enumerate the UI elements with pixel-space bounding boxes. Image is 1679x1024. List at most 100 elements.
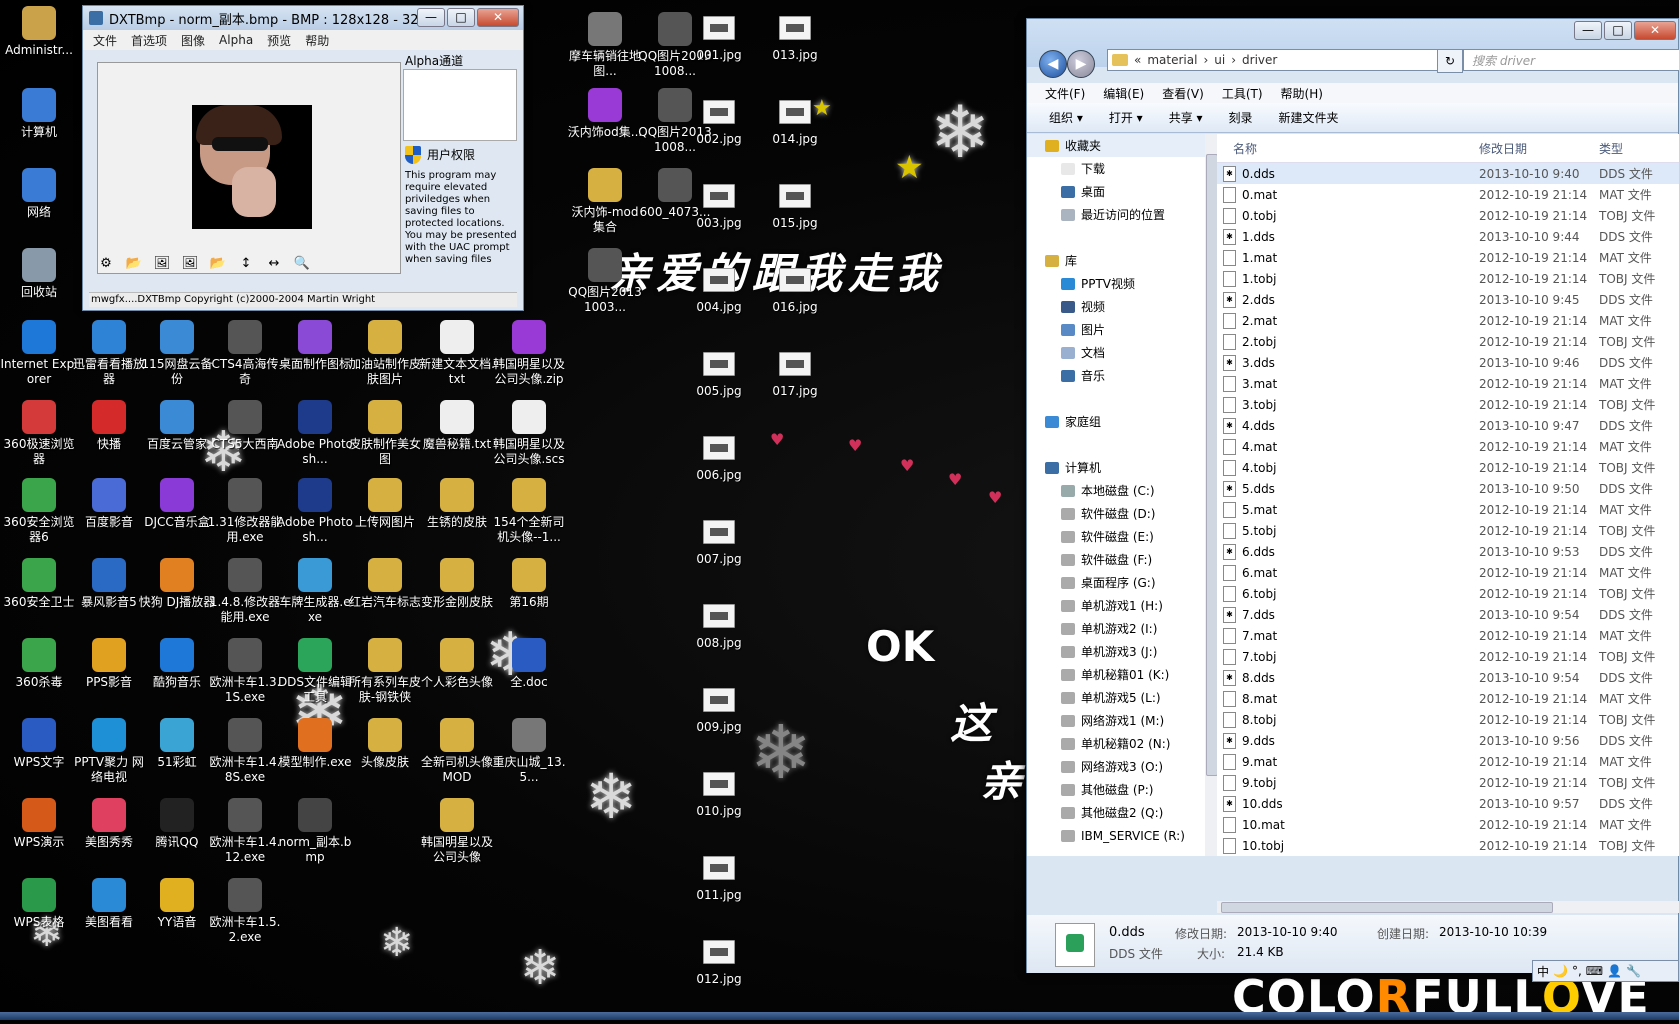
nav-item[interactable]: 计算机 — [1027, 456, 1205, 479]
nav-item[interactable]: 文档 — [1027, 341, 1205, 364]
breadcrumb-segment[interactable]: « — [1134, 53, 1141, 67]
menu-item[interactable]: 文件(F) — [1045, 85, 1085, 102]
nav-item[interactable]: 网络游戏1 (M:) — [1027, 709, 1205, 732]
column-type[interactable]: 类型 — [1599, 140, 1623, 157]
file-row[interactable]: 4.tobj 2012-10-19 21:14 TOBJ 文件 — [1217, 457, 1679, 478]
desktop-icon[interactable]: WPS表格 — [0, 876, 78, 930]
close-button[interactable]: ✕ — [477, 8, 519, 27]
desktop-icon[interactable]: 美图秀秀 — [70, 796, 148, 850]
nav-item[interactable]: 本地磁盘 (C:) — [1027, 479, 1205, 502]
desktop-icon[interactable]: 007.jpg — [680, 510, 758, 567]
desktop-icon[interactable]: 013.jpg — [756, 6, 834, 63]
desktop-icon[interactable]: 百度影音 — [70, 476, 148, 530]
desktop-icon[interactable]: 加油站制作皮肤图片 — [346, 318, 424, 387]
nav-item[interactable]: PPTV视频 — [1027, 272, 1205, 295]
file-row[interactable]: 9.tobj 2012-10-19 21:14 TOBJ 文件 — [1217, 772, 1679, 793]
file-row[interactable]: 0.tobj 2012-10-19 21:14 TOBJ 文件 — [1217, 205, 1679, 226]
tool-icon[interactable]: 🖼 — [181, 254, 199, 272]
ime-button[interactable]: 👤 — [1607, 964, 1622, 978]
desktop-icon[interactable]: QQ图片20131003... — [566, 246, 644, 315]
desktop-icon[interactable]: 生锈的皮肤 — [418, 476, 496, 530]
desktop-icon[interactable]: PPTV聚力 网络电视 — [70, 716, 148, 785]
desktop-icon[interactable]: 重庆山城_13.5... — [490, 716, 568, 785]
breadcrumb-segment[interactable]: driver — [1242, 53, 1277, 67]
desktop-icon[interactable]: 欧洲卡车1.4.8S.exe — [206, 716, 284, 785]
forward-button[interactable]: ▶ — [1067, 50, 1095, 78]
file-row[interactable]: 8.mat 2012-10-19 21:14 MAT 文件 — [1217, 688, 1679, 709]
desktop-icon[interactable]: 魔兽秘籍.txt — [418, 398, 496, 452]
desktop-icon[interactable]: YY语音 — [138, 876, 216, 930]
back-button[interactable]: ◀ — [1039, 50, 1067, 78]
maximize-button[interactable]: □ — [447, 8, 475, 27]
menu-item[interactable]: 预览 — [267, 32, 291, 49]
file-row[interactable]: 8.tobj 2012-10-19 21:14 TOBJ 文件 — [1217, 709, 1679, 730]
desktop-icon[interactable]: 韩国明星以及公司头像.scs — [490, 398, 568, 467]
desktop-icon[interactable]: 欧洲卡车1.4.12.exe — [206, 796, 284, 865]
desktop-icon[interactable]: WPS演示 — [0, 796, 78, 850]
menu-item[interactable]: 编辑(E) — [1103, 85, 1144, 102]
desktop-icon[interactable]: 012.jpg — [680, 930, 758, 987]
desktop-icon[interactable]: 011.jpg — [680, 846, 758, 903]
file-row[interactable]: 10.mat 2012-10-19 21:14 MAT 文件 — [1217, 814, 1679, 835]
refresh-button[interactable]: ↻ — [1437, 49, 1463, 73]
desktop-icon[interactable]: 003.jpg — [680, 174, 758, 231]
file-row[interactable]: ✱ 9.dds 2013-10-10 9:56 DDS 文件 — [1217, 730, 1679, 751]
command-button[interactable]: 新建文件夹 — [1279, 109, 1339, 126]
desktop-icon[interactable]: 360安全卫士 — [0, 556, 78, 610]
nav-scrollbar[interactable] — [1205, 134, 1218, 856]
dxtbmp-window[interactable]: DXTBmp - norm_副本.bmp - BMP : 128x128 - 3… — [82, 5, 524, 311]
menu-item[interactable]: 图像 — [181, 32, 205, 49]
desktop-icon[interactable]: 1.31修改器能用.exe — [206, 476, 284, 545]
breadcrumb-segment[interactable]: › — [1203, 53, 1208, 67]
nav-item[interactable]: 单机秘籍01 (K:) — [1027, 663, 1205, 686]
breadcrumb-segment[interactable]: ui — [1214, 53, 1225, 67]
menu-item[interactable]: 帮助(H) — [1281, 85, 1323, 102]
command-button[interactable]: 共享 ▾ — [1169, 109, 1203, 126]
desktop-icon[interactable]: PPS影音 — [70, 636, 148, 690]
desktop-icon[interactable]: 001.jpg — [680, 6, 758, 63]
desktop-icon[interactable]: 015.jpg — [756, 174, 834, 231]
nav-item[interactable]: 家庭组 — [1027, 410, 1205, 433]
desktop-icon[interactable]: Adobe Photosh... — [276, 476, 354, 545]
desktop-icon[interactable]: 回收站 — [0, 246, 78, 300]
nav-item[interactable]: 下载 — [1027, 157, 1205, 180]
taskbar[interactable] — [0, 1012, 1679, 1020]
nav-item[interactable]: 单机游戏3 (J:) — [1027, 640, 1205, 663]
desktop-icon[interactable]: 005.jpg — [680, 342, 758, 399]
column-name[interactable]: 名称 — [1217, 140, 1479, 157]
command-button[interactable]: 打开 ▾ — [1109, 109, 1143, 126]
desktop-icon[interactable]: 上传网图片 — [346, 476, 424, 530]
ime-button[interactable]: °, — [1572, 964, 1582, 978]
file-row[interactable]: 2.tobj 2012-10-19 21:14 TOBJ 文件 — [1217, 331, 1679, 352]
nav-item[interactable]: 最近访问的位置 — [1027, 203, 1205, 226]
file-row[interactable]: 7.tobj 2012-10-19 21:14 TOBJ 文件 — [1217, 646, 1679, 667]
nav-item[interactable]: 其他磁盘 (P:) — [1027, 778, 1205, 801]
desktop-icon[interactable]: 车牌生成器.exe — [276, 556, 354, 625]
ime-button[interactable]: 🔧 — [1626, 964, 1641, 978]
tool-icon[interactable]: ⚙ — [97, 254, 115, 272]
desktop-icon[interactable]: 010.jpg — [680, 762, 758, 819]
file-row[interactable]: ✱ 1.dds 2013-10-10 9:44 DDS 文件 — [1217, 226, 1679, 247]
nav-item[interactable]: 网络游戏3 (O:) — [1027, 755, 1205, 778]
desktop-icon[interactable]: 全.doc — [490, 636, 568, 690]
nav-item[interactable]: 软件磁盘 (E:) — [1027, 525, 1205, 548]
desktop-icon[interactable]: 360安全浏览器6 — [0, 476, 78, 545]
file-row[interactable]: 3.mat 2012-10-19 21:14 MAT 文件 — [1217, 373, 1679, 394]
desktop-icon[interactable]: 154个全新司机头像--1... — [490, 476, 568, 545]
desktop-icon[interactable]: WPS文字 — [0, 716, 78, 770]
tool-icon[interactable]: 📂 — [125, 254, 143, 272]
desktop-icon[interactable]: 第16期 — [490, 556, 568, 610]
file-list-scrollbar[interactable] — [1217, 901, 1679, 913]
file-row[interactable]: ✱ 4.dds 2013-10-10 9:47 DDS 文件 — [1217, 415, 1679, 436]
desktop-icon[interactable]: 快播 — [70, 398, 148, 452]
nav-item[interactable]: 其他磁盘2 (Q:) — [1027, 801, 1205, 824]
desktop-icon[interactable]: 016.jpg — [756, 258, 834, 315]
file-row[interactable]: ✱ 3.dds 2013-10-10 9:46 DDS 文件 — [1217, 352, 1679, 373]
file-row[interactable]: ✱ 0.dds 2013-10-10 9:40 DDS 文件 — [1217, 163, 1679, 184]
close-button[interactable]: ✕ — [1634, 21, 1676, 40]
nav-item[interactable]: IBM_SERVICE (R:) — [1027, 824, 1205, 847]
file-row[interactable]: ✱ 6.dds 2013-10-10 9:53 DDS 文件 — [1217, 541, 1679, 562]
file-row[interactable]: ✱ 2.dds 2013-10-10 9:45 DDS 文件 — [1217, 289, 1679, 310]
desktop-icon[interactable]: 所有系列车皮肤-钢铁侠 — [346, 636, 424, 705]
file-row[interactable]: 9.mat 2012-10-19 21:14 MAT 文件 — [1217, 751, 1679, 772]
